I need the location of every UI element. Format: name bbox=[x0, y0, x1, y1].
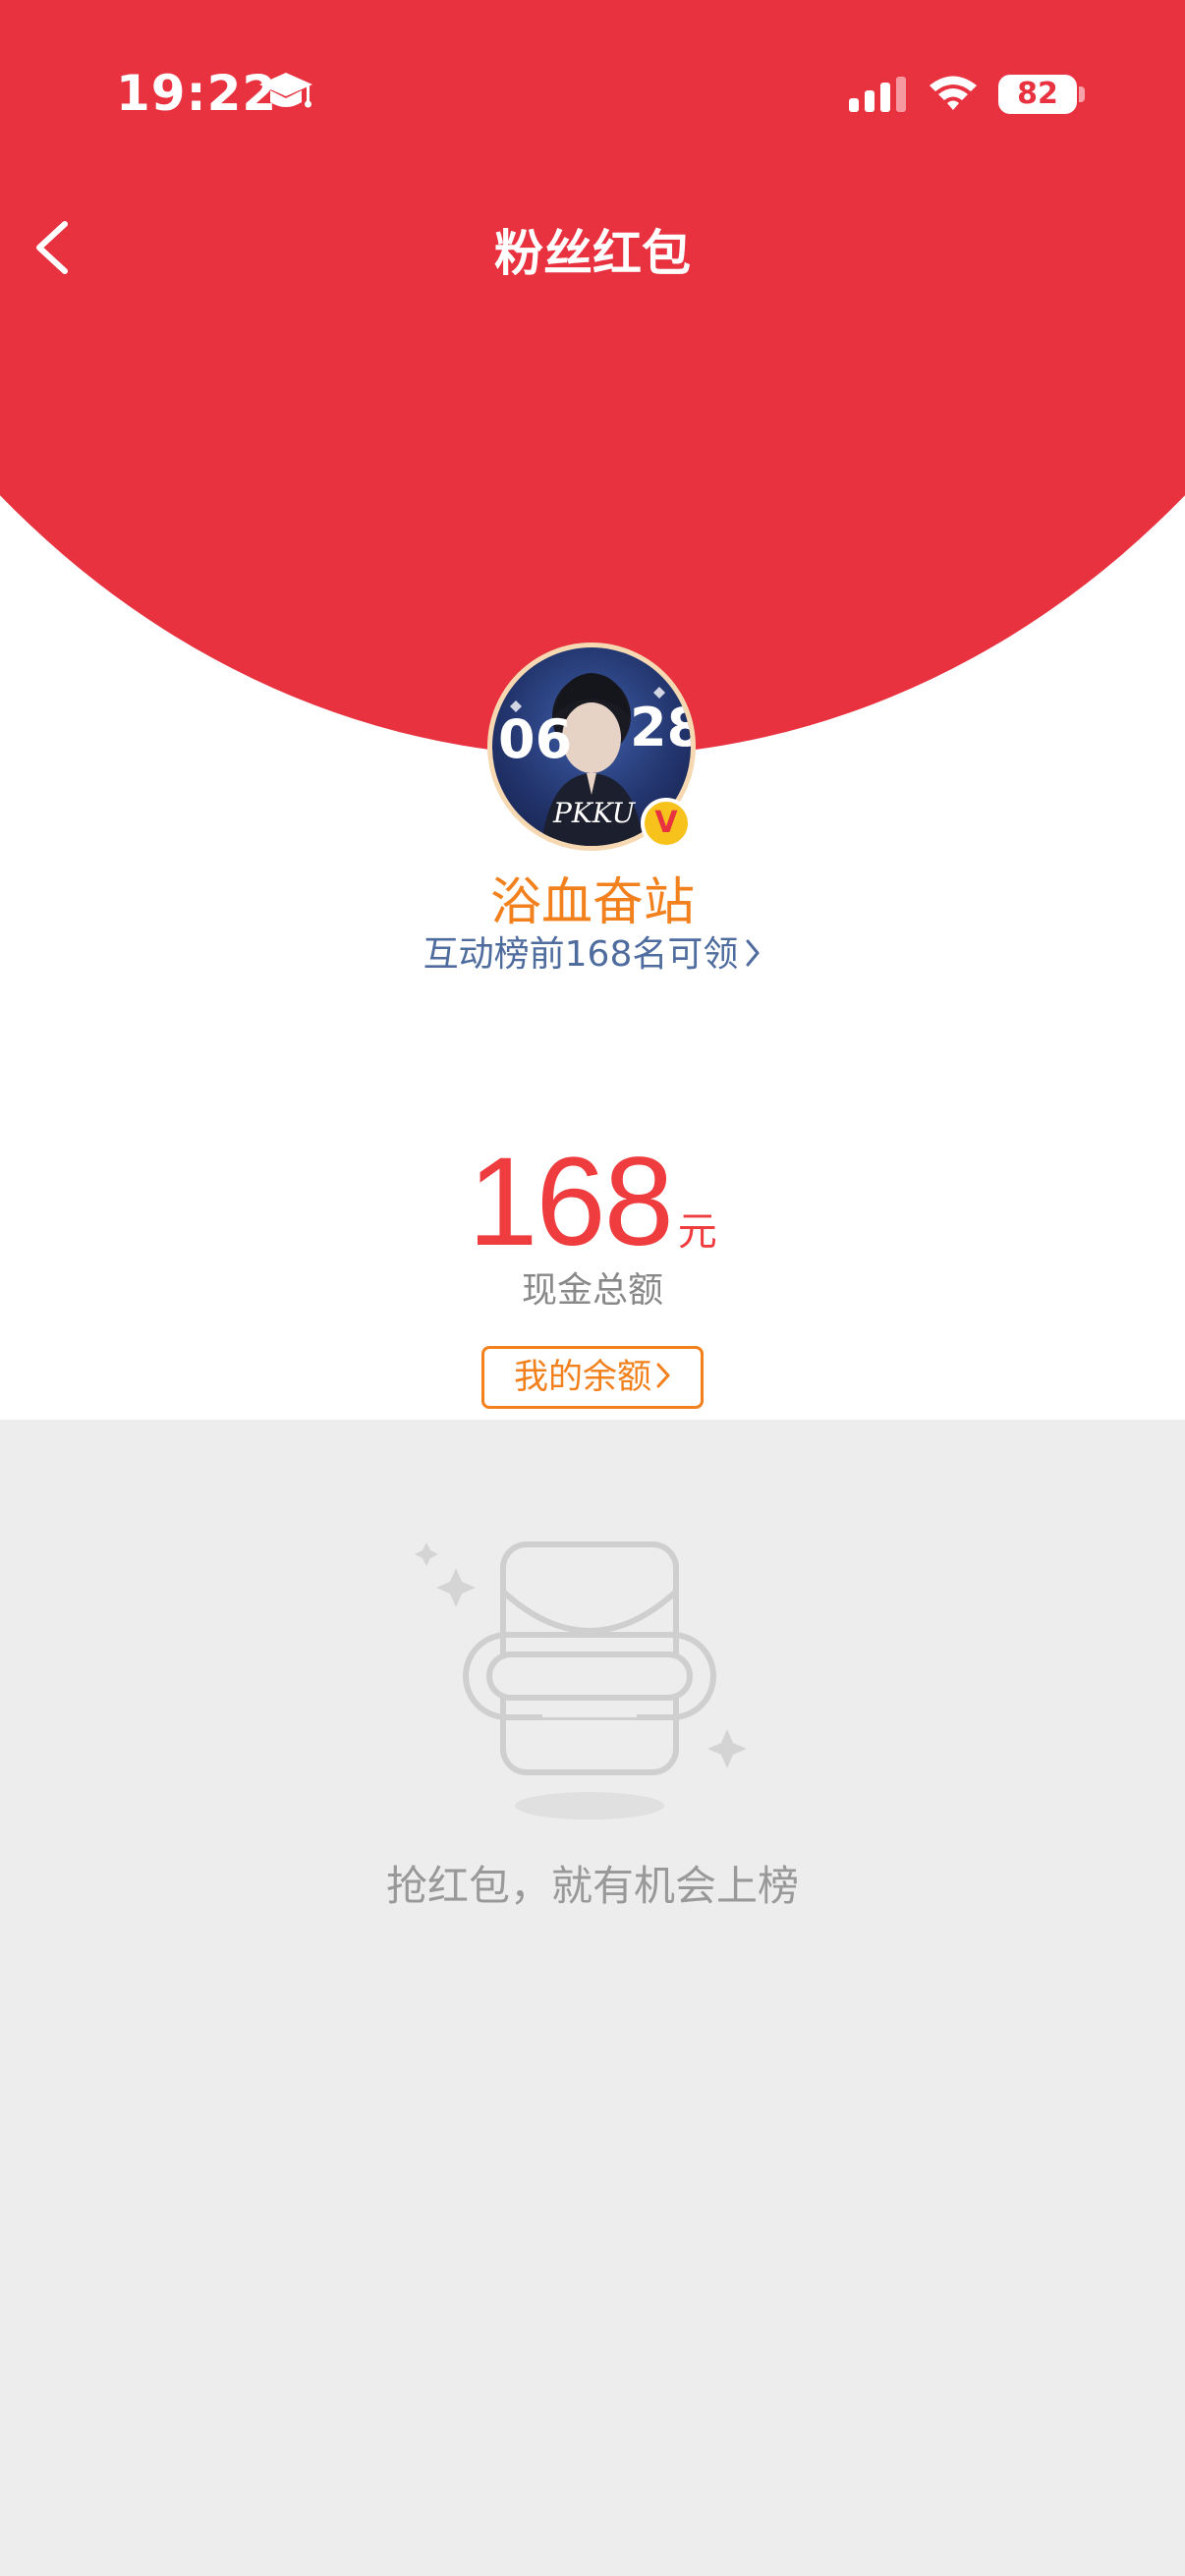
my-balance-label: 我的余额 bbox=[513, 1358, 651, 1397]
host-name: 浴血奋站 bbox=[489, 873, 695, 932]
rank-link[interactable]: 互动榜前168名可领 bbox=[0, 925, 1185, 977]
cash-caption: 现金总额 bbox=[521, 1270, 663, 1311]
cellular-signal-icon bbox=[849, 77, 906, 112]
avatar-text-left: 06 bbox=[498, 708, 572, 770]
cash-unit: 元 bbox=[677, 1209, 717, 1255]
empty-state-message: 抢红包，就有机会上榜 bbox=[385, 1862, 799, 1910]
page-title: 粉丝红包 bbox=[494, 225, 691, 282]
my-balance-button[interactable]: 我的余额 bbox=[481, 1346, 704, 1409]
wifi-icon bbox=[930, 76, 977, 110]
battery-level: 82 bbox=[1017, 77, 1058, 111]
graduation-cap-icon bbox=[259, 73, 312, 108]
rank-link-label: 互动榜前168名可领 bbox=[423, 934, 739, 975]
chevron-right-icon bbox=[656, 1363, 670, 1388]
avatar-text-right: 28 bbox=[630, 697, 691, 758]
battery-tip bbox=[1079, 86, 1085, 102]
chevron-right-icon bbox=[746, 939, 760, 967]
status-time: 19:22 bbox=[116, 65, 278, 122]
battery-indicator: 82 bbox=[998, 75, 1077, 114]
verified-badge-icon: V bbox=[641, 798, 692, 849]
cash-amount: 168 bbox=[468, 1132, 674, 1272]
amount-row: 168 元 bbox=[0, 1130, 1185, 1274]
empty-wallet-icon bbox=[415, 1541, 747, 1820]
avatar-text-bottom: PKKU bbox=[552, 797, 637, 829]
